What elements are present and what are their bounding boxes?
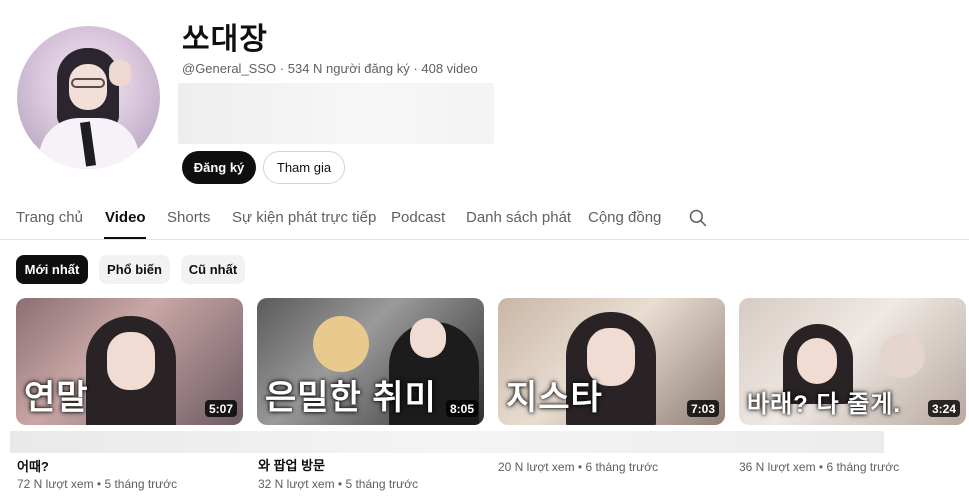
channel-avatar[interactable] [17, 26, 160, 169]
video-thumbnail[interactable]: 연말 5:07 [16, 298, 243, 425]
video-meta: 72 N lượt xem • 5 tháng trước [17, 477, 178, 491]
chip-oldest[interactable]: Cũ nhất [181, 255, 245, 284]
video-thumbnail[interactable]: 바래? 다 줄게. 3:24 [739, 298, 966, 425]
thumbnail-face [410, 318, 446, 358]
upload-age: 5 tháng trước [345, 477, 419, 491]
video-title[interactable]: 와 팝업 방문 [258, 455, 325, 474]
tab-podcast[interactable]: Podcast [391, 209, 445, 226]
upload-age: 6 tháng trước [585, 460, 659, 474]
search-icon[interactable] [688, 208, 708, 228]
chip-popular[interactable]: Phổ biến [99, 255, 170, 284]
thumbnail-caption: 연말 [24, 379, 89, 417]
thumbnail-second-person [879, 334, 925, 378]
join-button[interactable]: Tham gia [263, 151, 345, 184]
tab-playlists[interactable]: Danh sách phát [466, 209, 571, 226]
avatar-glasses [71, 78, 105, 88]
thumbnail-mascot [313, 316, 369, 372]
video-duration: 8:05 [445, 400, 478, 417]
video-meta: 20 N lượt xem • 6 tháng trước [498, 460, 659, 474]
upload-age: 5 tháng trước [104, 477, 178, 491]
chip-newest[interactable]: Mới nhất [16, 255, 88, 284]
channel-meta: @General_SSO · 534 N người đăng ký · 408… [182, 61, 478, 76]
active-tab-indicator [104, 237, 146, 239]
view-count: 36 N lượt xem [739, 460, 816, 474]
video-duration: 7:03 [686, 400, 719, 417]
tab-live[interactable]: Sự kiện phát trực tiếp [232, 209, 376, 226]
video-duration: 5:07 [204, 400, 237, 417]
tab-community[interactable]: Cộng đồng [588, 209, 661, 226]
thumbnail-caption: 은밀한 취미 [265, 379, 437, 417]
video-titles-redacted [10, 431, 884, 453]
channel-description-redacted[interactable] [178, 83, 494, 144]
video-duration: 3:24 [927, 400, 960, 417]
channel-name: 쏘대장 [182, 23, 268, 56]
meta-separator: · [279, 61, 285, 76]
video-thumbnail[interactable]: 지스타 7:03 [498, 298, 725, 425]
channel-tabs: Trang chủ Video Shorts Sự kiện phát trực… [0, 198, 969, 240]
channel-handle: @General_SSO [182, 61, 277, 76]
video-meta: 32 N lượt xem • 5 tháng trước [258, 477, 419, 491]
tab-home[interactable]: Trang chủ [16, 209, 83, 226]
view-count: 72 N lượt xem [17, 477, 94, 491]
video-count: 408 video [421, 61, 478, 76]
subscribe-button[interactable]: Đăng ký [182, 151, 256, 184]
thumbnail-caption: 지스타 [506, 379, 603, 417]
video-title[interactable]: 어때? [17, 456, 49, 475]
meta-separator: · [413, 61, 418, 76]
upload-age: 6 tháng trước [826, 460, 900, 474]
thumbnail-face [797, 338, 837, 384]
avatar-hand [109, 60, 131, 86]
view-count: 32 N lượt xem [258, 477, 335, 491]
tab-videos[interactable]: Video [105, 209, 146, 226]
view-count: 20 N lượt xem [498, 460, 575, 474]
subscriber-count: 534 N người đăng ký [287, 61, 410, 76]
video-thumbnail[interactable]: 은밀한 취미 8:05 [257, 298, 484, 425]
tab-shorts[interactable]: Shorts [167, 209, 210, 226]
thumbnail-caption: 바래? 다 줄게. [747, 391, 902, 418]
thumbnail-face [107, 332, 155, 390]
video-meta: 36 N lượt xem • 6 tháng trước [739, 460, 900, 474]
